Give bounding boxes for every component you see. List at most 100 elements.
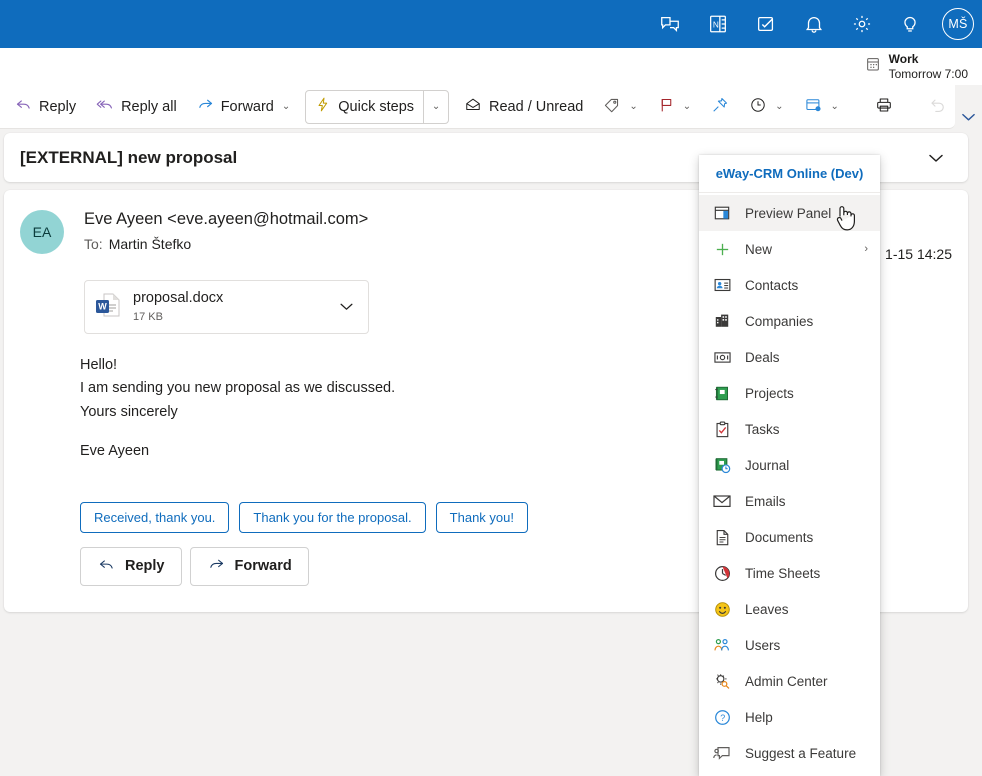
menu-item-label: Contacts (745, 277, 799, 293)
onenote-icon[interactable]: N (698, 4, 738, 44)
menu-item-journal[interactable]: Journal (699, 447, 880, 483)
bell-icon[interactable] (794, 4, 834, 44)
reply-arrow-icon (97, 556, 116, 577)
menu-item-label: Projects (745, 385, 794, 401)
categorize-button[interactable]: ⌄ (594, 91, 646, 123)
toolbar-overflow-chevron-icon[interactable] (955, 85, 982, 129)
menu-item-preview-panel[interactable]: Preview Panel (699, 195, 880, 231)
lightbulb-icon[interactable] (890, 4, 930, 44)
preview-panel-icon (711, 203, 733, 223)
menu-item-new[interactable]: New › (699, 231, 880, 267)
menu-item-admin-center[interactable]: Admin Center (699, 663, 880, 699)
quick-steps-chevron-down-icon[interactable]: ⌄ (424, 91, 448, 123)
message-timestamp: 1-15 14:25 (885, 246, 952, 262)
chevron-down-icon[interactable]: ⌄ (282, 101, 290, 112)
svg-text:W: W (98, 301, 107, 311)
menu-item-label: Journal (745, 457, 790, 473)
envelope-open-icon (464, 96, 482, 117)
menu-item-deals[interactable]: Deals (699, 339, 880, 375)
menu-item-users[interactable]: Users (699, 627, 880, 663)
menu-item-label: Tasks (745, 421, 780, 437)
menu-item-contacts[interactable]: Contacts (699, 267, 880, 303)
menu-item-label: Preview Panel (745, 205, 832, 221)
projects-book-icon (711, 383, 733, 403)
menu-item-label: Deals (745, 349, 780, 365)
menu-item-emails[interactable]: Emails (699, 483, 880, 519)
categorize-chevron-down-icon[interactable]: ⌄ (629, 101, 637, 112)
calendar-peek[interactable]: Work Tomorrow 7:00 (865, 52, 968, 82)
emails-envelope-icon (711, 491, 733, 511)
menu-item-leaves[interactable]: Leaves (699, 591, 880, 627)
avatar-initials: MŠ (948, 17, 968, 31)
sender-avatar[interactable]: EA (20, 210, 64, 254)
snooze-button[interactable]: ⌄ (740, 91, 792, 123)
gear-icon[interactable] (842, 4, 882, 44)
expand-chevron-down-icon[interactable] (920, 142, 952, 174)
suggested-reply-1[interactable]: Received, thank you. (80, 501, 230, 533)
avatar[interactable]: MŠ (942, 8, 974, 40)
calendar-peek-texts: Work Tomorrow 7:00 (889, 52, 968, 82)
journal-clock-icon (711, 455, 733, 475)
suggest-feature-icon (711, 743, 733, 763)
read-unread-button[interactable]: Read / Unread (455, 91, 592, 123)
menu-item-suggest-a-feature[interactable]: Suggest a Feature (699, 735, 880, 771)
eway-crm-flyout-menu: eWay-CRM Online (Dev) Preview Panel New … (699, 155, 880, 776)
toolbar-forward-button[interactable]: Forward ⌄ (188, 91, 300, 123)
sender-name-and-email: Eve Ayeen <eve.ayeen@hotmail.com> (84, 210, 369, 228)
move-to-button[interactable]: ⌄ (795, 91, 848, 123)
toolbar-reply-label: Reply (39, 98, 77, 115)
attachment-item[interactable]: W proposal.docx 17 KB (84, 280, 369, 334)
flag-button[interactable]: ⌄ (649, 91, 700, 123)
move-to-chevron-down-icon[interactable]: ⌄ (831, 101, 839, 112)
tasks-todo-icon[interactable] (746, 4, 786, 44)
suggested-reply-2[interactable]: Thank you for the proposal. (239, 501, 426, 533)
word-document-icon: W (95, 291, 121, 324)
admin-center-key-icon (711, 671, 733, 691)
forward-arrow-icon (207, 556, 226, 577)
menu-item-help[interactable]: ? Help (699, 699, 880, 735)
flyout-menu-list: Preview Panel New › Contacts Companies D… (699, 193, 880, 776)
toolbar-reply-all-button[interactable]: Reply all (87, 91, 186, 123)
menu-item-documents[interactable]: Documents (699, 519, 880, 555)
app-top-bar: N MŠ (0, 0, 982, 48)
svg-text:N: N (713, 20, 719, 29)
calendar-peek-subtitle: Tomorrow 7:00 (888, 66, 968, 81)
undo-button[interactable] (920, 91, 956, 123)
menu-item-label: Time Sheets (745, 565, 821, 581)
teams-chat-icon[interactable] (650, 4, 690, 44)
pin-button[interactable] (702, 91, 738, 123)
time-sheets-clock-icon (711, 563, 733, 583)
flag-chevron-down-icon[interactable]: ⌄ (683, 101, 691, 112)
move-to-icon (804, 96, 823, 118)
attachment-texts: proposal.docx 17 KB (121, 290, 339, 324)
menu-item-time-sheets[interactable]: Time Sheets (699, 555, 880, 591)
suggested-reply-3[interactable]: Thank you! (435, 501, 528, 533)
command-toolbar: Reply Reply all Forward ⌄ Quick steps ⌄ … (0, 85, 955, 129)
toolbar-reply-button[interactable]: Reply (6, 91, 85, 123)
print-button[interactable] (866, 91, 902, 123)
menu-item-projects[interactable]: Projects (699, 375, 880, 411)
forward-button[interactable]: Forward (189, 546, 309, 586)
calendar-icon (865, 56, 881, 77)
menu-item-tasks[interactable]: Tasks (699, 411, 880, 447)
documents-page-icon (711, 527, 733, 547)
flag-icon (658, 96, 675, 118)
companies-building-icon (711, 311, 733, 331)
quick-steps-label: Quick steps (338, 98, 415, 115)
leaves-smiley-icon (711, 599, 733, 619)
attachment-size: 17 KB (133, 310, 163, 323)
tasks-clipboard-icon (711, 419, 733, 439)
reply-button-label: Reply (125, 558, 165, 575)
quick-steps-button[interactable]: Quick steps (306, 91, 423, 123)
menu-item-label: Documents (745, 529, 814, 545)
calendar-peek-strip: Work Tomorrow 7:00 (0, 48, 982, 85)
menu-item-label: Help (745, 709, 773, 725)
menu-item-label: New (745, 241, 773, 257)
reply-button[interactable]: Reply (80, 546, 182, 586)
clock-snooze-icon (749, 96, 767, 118)
recipient-label: To: (84, 236, 103, 252)
attachment-chevron-down-icon[interactable] (339, 300, 358, 314)
menu-item-companies[interactable]: Companies (699, 303, 880, 339)
reply-all-arrow-icon (96, 96, 114, 117)
snooze-chevron-down-icon[interactable]: ⌄ (775, 101, 783, 112)
